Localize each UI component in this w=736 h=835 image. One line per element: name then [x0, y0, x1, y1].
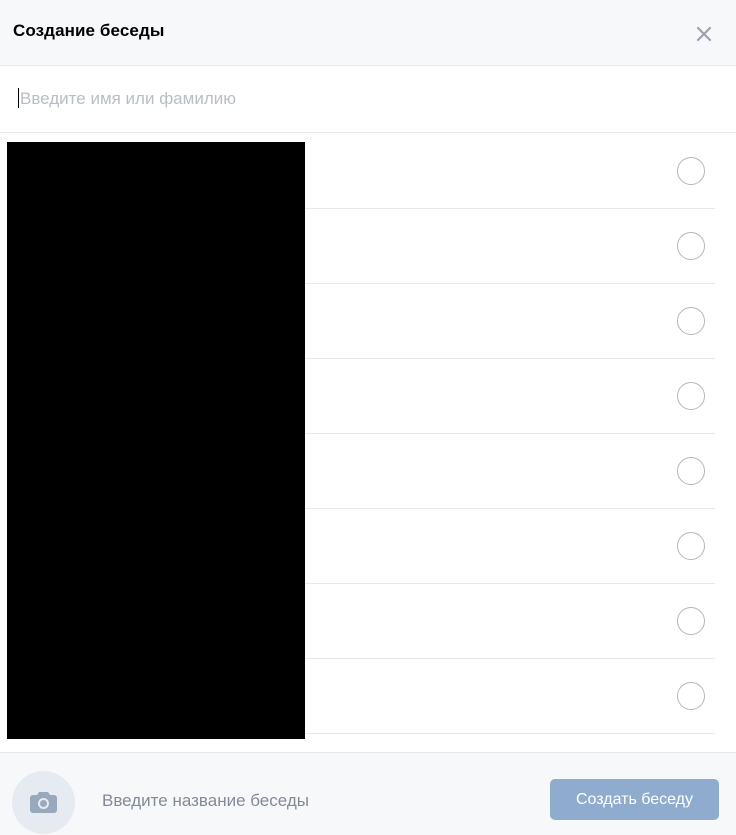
chat-name-input[interactable] [100, 787, 522, 815]
select-checkbox[interactable] [677, 607, 705, 635]
search-row [0, 66, 736, 133]
select-checkbox[interactable] [677, 532, 705, 560]
select-checkbox[interactable] [677, 157, 705, 185]
create-chat-button[interactable]: Создать беседу [550, 779, 719, 820]
select-checkbox[interactable] [677, 307, 705, 335]
modal-footer: Создать беседу [0, 752, 736, 835]
search-input[interactable] [18, 84, 708, 114]
redacted-region [7, 142, 305, 739]
camera-icon [30, 792, 57, 813]
close-button[interactable] [690, 20, 718, 48]
create-chat-modal: Создание беседы Введите имя или фамилию … [0, 0, 736, 835]
select-checkbox[interactable] [677, 682, 705, 710]
modal-header: Создание беседы [0, 0, 736, 66]
select-checkbox[interactable] [677, 382, 705, 410]
chat-photo-button[interactable] [12, 771, 75, 834]
select-checkbox[interactable] [677, 232, 705, 260]
close-icon [696, 26, 712, 42]
modal-title: Создание беседы [13, 21, 165, 40]
select-checkbox[interactable] [677, 457, 705, 485]
text-caret [18, 88, 19, 108]
